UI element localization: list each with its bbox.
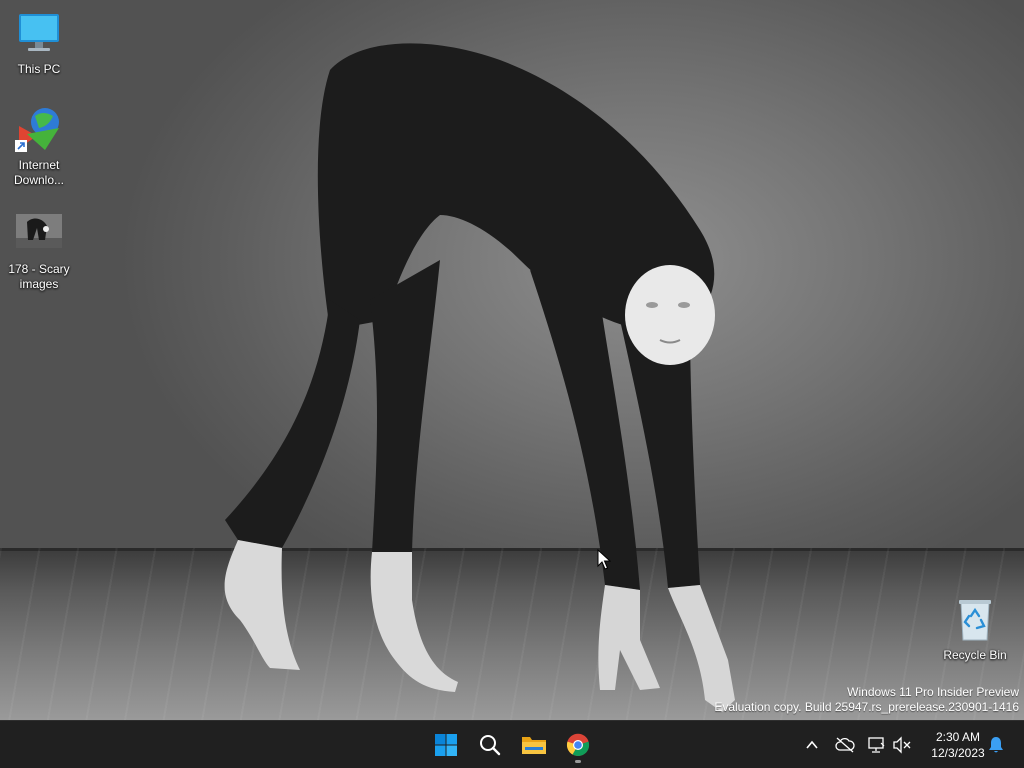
desktop[interactable]: This PC Internet Downlo... 178 - Scary i… xyxy=(0,0,1024,720)
watermark-line-edition: Windows 11 Pro Insider Preview xyxy=(847,685,1019,699)
desktop-icon-label: 178 - Scary images xyxy=(8,262,70,291)
desktop-icon-label: Internet Downlo... xyxy=(13,158,65,187)
watermark-line-build: Evaluation copy. Build 25947.rs_prerelea… xyxy=(714,700,1019,714)
show-hidden-icons-button[interactable] xyxy=(800,733,824,757)
desktop-icon-label: This PC xyxy=(17,62,61,76)
chrome-icon xyxy=(566,733,590,757)
windows-start-icon xyxy=(435,734,457,756)
wallpaper-figure xyxy=(224,43,735,712)
network-icon xyxy=(868,737,885,753)
evaluation-watermark: Windows 11 Pro Insider Preview Evaluatio… xyxy=(714,685,1019,715)
taskbar: 2:30 AM 12/3/2023 xyxy=(0,720,1024,768)
search-button[interactable] xyxy=(470,725,510,765)
volume-muted-icon xyxy=(893,736,911,754)
monitor-icon xyxy=(15,10,63,58)
notification-center-button[interactable] xyxy=(984,733,1008,757)
onedrive-tray-button[interactable] xyxy=(833,733,857,757)
start-button[interactable] xyxy=(426,725,466,765)
desktop-icon-recycle-bin[interactable]: Recycle Bin xyxy=(937,596,1013,663)
network-tray-button[interactable] xyxy=(864,733,888,757)
recycle-bin-icon xyxy=(951,596,999,644)
image-thumbnail-icon xyxy=(15,210,63,258)
volume-tray-button[interactable] xyxy=(890,733,914,757)
folder-icon xyxy=(522,737,546,754)
running-indicator xyxy=(575,760,581,763)
desktop-icon-scary-images[interactable]: 178 - Scary images xyxy=(1,210,77,292)
search-icon xyxy=(480,735,501,756)
chevron-up-icon xyxy=(806,740,818,749)
notification-bell-icon xyxy=(989,737,1003,753)
desktop-icon-internet-download-manager[interactable]: Internet Downlo... xyxy=(1,106,77,188)
cloud-offline-icon xyxy=(835,737,855,753)
chrome-taskbar-button[interactable] xyxy=(558,725,598,765)
desktop-icon-this-pc[interactable]: This PC xyxy=(1,10,77,77)
mouse-cursor-icon xyxy=(597,549,611,570)
desktop-icon-label: Recycle Bin xyxy=(943,648,1007,662)
internet-download-manager-icon xyxy=(15,106,63,154)
file-explorer-button[interactable] xyxy=(514,725,554,765)
